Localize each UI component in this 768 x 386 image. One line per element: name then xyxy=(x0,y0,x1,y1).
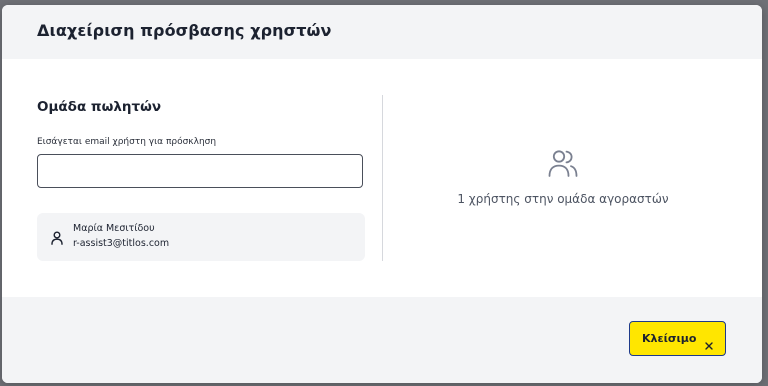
users-icon xyxy=(547,147,579,179)
seller-member-card: Μαρία Μεσιτίδου r-assist3@titlos.com xyxy=(37,213,365,261)
invite-email-label: Εισάγεται email χρήστη για πρόσκληση xyxy=(37,137,217,147)
close-button[interactable]: Κλείσιμο xyxy=(629,321,726,356)
close-icon xyxy=(705,335,713,350)
modal-header: Διαχείριση πρόσβασης χρηστών xyxy=(2,5,762,59)
seller-group-title: Ομάδα πωλητών xyxy=(37,99,162,115)
user-access-modal: Διαχείριση πρόσβασης χρηστών Ομάδα πωλητ… xyxy=(2,5,762,383)
member-name: Μαρία Μεσιτίδου xyxy=(73,223,155,234)
modal-title: Διαχείριση πρόσβασης χρηστών xyxy=(37,21,332,40)
buyer-group-panel: 1 χρήστης στην ομάδα αγοραστών xyxy=(383,59,762,297)
seller-group-panel: Ομάδα πωλητών Εισάγεται email χρήστη για… xyxy=(37,59,367,297)
buyer-count-text: 1 χρήστης στην ομάδα αγοραστών xyxy=(457,192,669,206)
modal-body: Ομάδα πωλητών Εισάγεται email χρήστη για… xyxy=(2,59,762,297)
close-button-label: Κλείσιμο xyxy=(642,332,697,345)
invite-email-input[interactable] xyxy=(37,154,363,188)
person-icon xyxy=(51,230,63,245)
modal-footer: Κλείσιμο xyxy=(2,297,762,383)
member-email: r-assist3@titlos.com xyxy=(73,238,170,249)
